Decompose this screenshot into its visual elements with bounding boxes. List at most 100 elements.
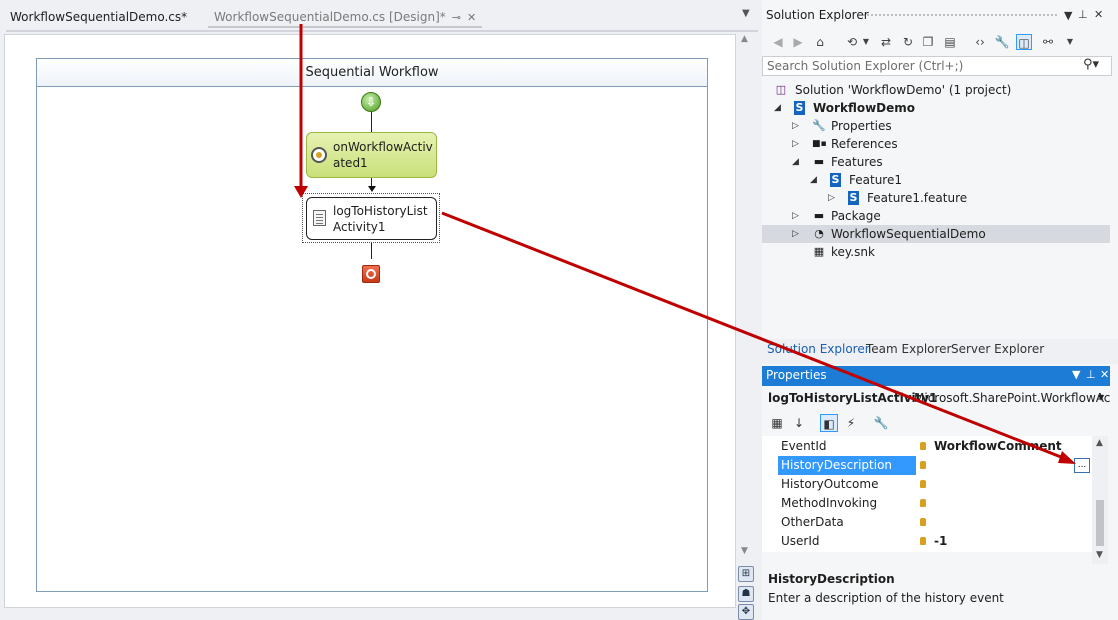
tree-item-label: Properties bbox=[831, 119, 892, 133]
tree-item-solution[interactable]: ◫ Solution 'WorkflowDemo' (1 project) bbox=[762, 81, 1110, 99]
ellipsis-button[interactable]: ... bbox=[1074, 458, 1090, 473]
tree-item-features[interactable]: ◢ ▬ Features bbox=[762, 153, 1110, 171]
panel-menu-icon[interactable]: ▼ bbox=[1072, 368, 1080, 381]
tab-server-explorer[interactable]: Server Explorer bbox=[951, 342, 1044, 356]
property-row-eventid[interactable]: EventId WorkflowComment bbox=[762, 437, 1092, 456]
pin-icon[interactable]: ⊸ bbox=[452, 11, 461, 24]
key-file-icon: ▦ bbox=[813, 245, 825, 258]
object-name: logToHistoryListActivity1 bbox=[768, 391, 938, 405]
panel-grip[interactable] bbox=[862, 13, 1058, 18]
property-row-historyoutcome[interactable]: HistoryOutcome bbox=[762, 475, 1092, 494]
tree-item-project[interactable]: ◢ S WorkflowDemo bbox=[762, 99, 1110, 117]
view-code-icon[interactable]: ‹› bbox=[972, 34, 988, 50]
activity-label: logToHistoryListActivity1 bbox=[333, 204, 428, 234]
tab-list-dropdown-icon[interactable]: ▼ bbox=[742, 8, 750, 19]
pin-icon[interactable]: ⊥ bbox=[1078, 8, 1088, 21]
tab-code-file[interactable]: WorkflowSequentialDemo.cs* bbox=[4, 6, 193, 28]
expand-icon[interactable]: ▷ bbox=[792, 207, 802, 225]
expand-icon[interactable]: ▷ bbox=[792, 117, 802, 135]
property-row-userid[interactable]: UserId -1 bbox=[762, 532, 1092, 551]
dropdown-icon[interactable]: ▼ bbox=[1062, 34, 1078, 50]
activity-log-to-history[interactable]: logToHistoryListActivity1 bbox=[306, 197, 437, 240]
zoom-icon[interactable]: ⊞ bbox=[738, 566, 754, 582]
connector-line bbox=[371, 112, 372, 132]
view-designer-icon[interactable]: ◫ bbox=[1016, 34, 1032, 50]
home-icon[interactable]: ⌂ bbox=[812, 34, 828, 50]
object-selector[interactable]: logToHistoryListActivity1 Microsoft.Shar… bbox=[762, 388, 1110, 408]
back-icon[interactable]: ◀ bbox=[770, 34, 786, 50]
pending-changes-icon[interactable]: ⇄ bbox=[878, 34, 894, 50]
lock-icon bbox=[920, 537, 926, 545]
tree-item-feature1-feature[interactable]: ▷ S Feature1.feature bbox=[762, 189, 1110, 207]
property-name: UserId bbox=[781, 534, 820, 548]
tree-item-label: Package bbox=[831, 209, 881, 223]
collapse-icon[interactable]: ◢ bbox=[810, 171, 820, 189]
tab-label: WorkflowSequentialDemo.cs [Design]* bbox=[214, 10, 446, 24]
solution-search-input[interactable]: Search Solution Explorer (Ctrl+;) ⚲▾ bbox=[762, 56, 1112, 76]
property-row-historydescription[interactable]: HistoryDescription ... bbox=[762, 456, 1092, 475]
designer-scrollbar[interactable]: ▲ ▼ ⊞ ☗ ✥ bbox=[738, 34, 754, 620]
properties-toolbar: ▦ ↓ ◧ ⚡ 🔧 bbox=[762, 410, 1110, 434]
scroll-down-icon[interactable]: ▼ bbox=[741, 546, 748, 556]
tree-item-key-snk[interactable]: ▦ key.snk bbox=[762, 243, 1110, 261]
property-row-otherdata[interactable]: OtherData bbox=[762, 513, 1092, 532]
properties-icon[interactable]: 🔧 bbox=[994, 34, 1010, 50]
feature-file-icon: S bbox=[848, 191, 859, 205]
scroll-up-icon[interactable]: ▲ bbox=[1096, 438, 1103, 448]
property-pages-icon[interactable]: 🔧 bbox=[872, 414, 890, 432]
expand-icon[interactable]: ▷ bbox=[792, 135, 802, 153]
properties-view-icon[interactable]: ◧ bbox=[820, 414, 838, 432]
navigate-icon[interactable]: ✥ bbox=[738, 604, 754, 620]
tree-item-label: WorkflowDemo bbox=[813, 101, 916, 115]
expand-icon[interactable]: ▷ bbox=[828, 189, 838, 207]
solution-icon: ◫ bbox=[775, 83, 787, 96]
tree-item-label: Feature1 bbox=[849, 173, 902, 187]
collapse-icon[interactable]: ◢ bbox=[774, 99, 784, 117]
property-grid-scrollbar[interactable]: ▲ ▼ bbox=[1092, 436, 1108, 564]
tree-item-references[interactable]: ▷ ■▪ References bbox=[762, 135, 1110, 153]
property-value[interactable]: WorkflowComment bbox=[934, 437, 1062, 456]
tab-solution-explorer[interactable]: Solution Explorer bbox=[767, 342, 870, 356]
property-row-methodinvoking[interactable]: MethodInvoking bbox=[762, 494, 1092, 513]
scroll-down-icon[interactable]: ▼ bbox=[1096, 550, 1103, 560]
package-icon: ▬ bbox=[813, 209, 825, 222]
tree-item-label: key.snk bbox=[831, 245, 875, 259]
tab-design-file[interactable]: WorkflowSequentialDemo.cs [Design]* ⊸ ✕ bbox=[208, 6, 483, 28]
tree-item-feature1[interactable]: ◢ S Feature1 bbox=[762, 171, 1110, 189]
tab-team-explorer[interactable]: Team Explorer bbox=[866, 342, 952, 356]
close-icon[interactable]: ✕ bbox=[467, 11, 476, 24]
refresh-icon[interactable]: ↻ bbox=[900, 34, 916, 50]
show-all-files-icon[interactable]: ▤ bbox=[942, 34, 958, 50]
workflow-start-icon[interactable]: ⇩ bbox=[361, 92, 381, 112]
activity-on-workflow-activated[interactable]: onWorkflowActivated1 bbox=[306, 132, 437, 178]
property-name: OtherData bbox=[781, 515, 844, 529]
events-icon[interactable]: ⚡ bbox=[842, 414, 860, 432]
collapse-all-icon[interactable]: ❐ bbox=[920, 34, 936, 50]
workflow-end-icon[interactable] bbox=[362, 265, 380, 283]
collapse-icon[interactable]: ◢ bbox=[792, 153, 802, 171]
search-icon[interactable]: ⚲▾ bbox=[1083, 57, 1099, 72]
close-icon[interactable]: ✕ bbox=[1094, 8, 1103, 21]
dropdown-icon[interactable]: ▼ bbox=[1098, 388, 1104, 408]
scroll-thumb[interactable] bbox=[1096, 500, 1104, 546]
alphabetical-icon[interactable]: ↓ bbox=[790, 414, 808, 432]
panel-menu-icon[interactable]: ▼ bbox=[1064, 9, 1072, 22]
expand-icon[interactable]: ▷ bbox=[792, 225, 802, 243]
forward-icon[interactable]: ▶ bbox=[790, 34, 806, 50]
pin-icon[interactable]: ⊥ bbox=[1086, 368, 1096, 381]
workflow-activity-icon bbox=[311, 147, 327, 163]
categorized-icon[interactable]: ▦ bbox=[768, 414, 786, 432]
pan-icon[interactable]: ☗ bbox=[738, 586, 754, 602]
class-diagram-icon[interactable]: ⚯ bbox=[1040, 34, 1056, 50]
solution-explorer-title: Solution Explorer bbox=[766, 8, 869, 22]
workflow-header: Sequential Workflow bbox=[37, 59, 707, 87]
tree-item-package[interactable]: ▷ ▬ Package bbox=[762, 207, 1110, 225]
tree-item-workflow-sequential-demo[interactable]: ▷ ◔ WorkflowSequentialDemo bbox=[762, 225, 1110, 243]
tree-item-label: Feature1.feature bbox=[867, 191, 968, 205]
close-icon[interactable]: ✕ bbox=[1100, 368, 1109, 381]
explorer-tab-strip: Solution Explorer Team Explorer Server E… bbox=[762, 339, 1118, 361]
scroll-up-icon[interactable]: ▲ bbox=[741, 34, 748, 44]
dropdown-icon[interactable]: ▼ bbox=[858, 34, 874, 50]
tree-item-properties[interactable]: ▷ 🔧 Properties bbox=[762, 117, 1110, 135]
property-value[interactable]: -1 bbox=[934, 532, 947, 551]
